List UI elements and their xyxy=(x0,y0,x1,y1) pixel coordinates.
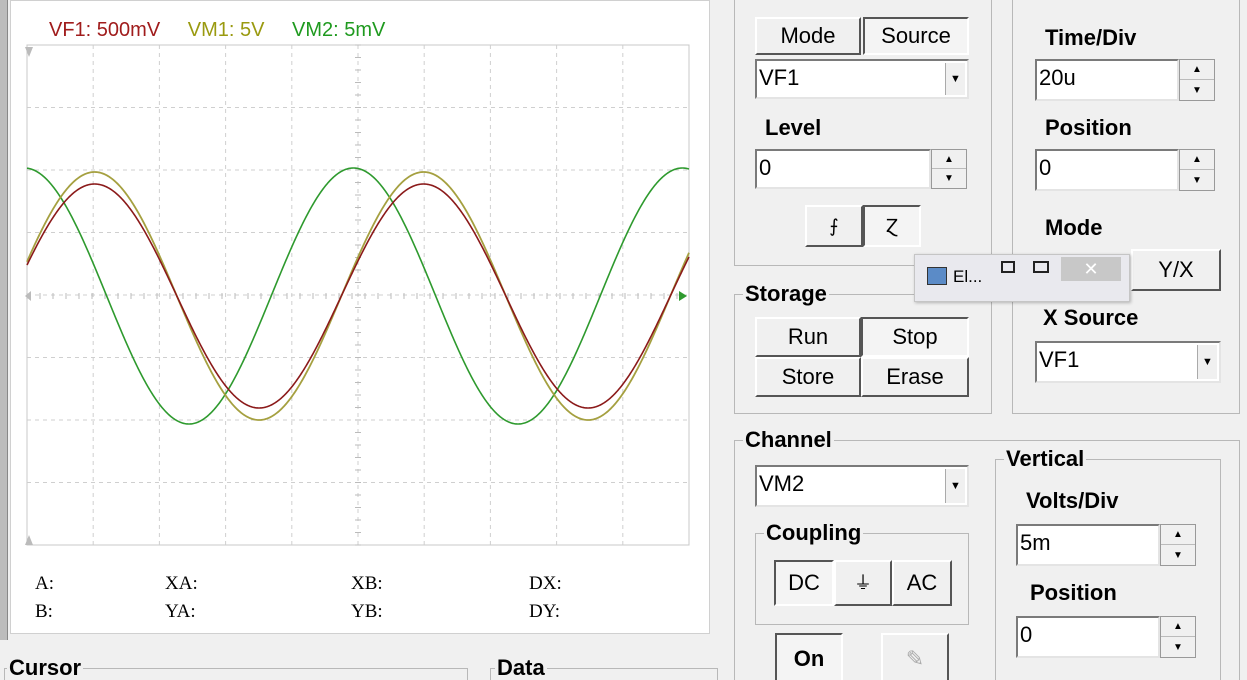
vm1-scale-label: VM1: 5V xyxy=(187,19,265,41)
coupling-group: Coupling DC ⏚ AC xyxy=(755,520,969,625)
trigger-mode-button[interactable]: Mode xyxy=(755,17,861,55)
volts-div-spinner[interactable]: ▲ ▼ xyxy=(1160,524,1196,566)
chevron-down-icon[interactable]: ▼ xyxy=(945,469,965,503)
restore-icon[interactable] xyxy=(1001,261,1015,273)
stop-button[interactable]: Stop xyxy=(861,317,969,357)
scope-screen[interactable]: VF1: 500mV VM1: 5V VM2: 5mV A: B: XA: YA… xyxy=(10,0,710,634)
vf1-scale-label: VF1: 500mV xyxy=(49,19,161,41)
x-source-label: X Source xyxy=(1043,305,1139,330)
x-source-dropdown[interactable]: VF1 ▼ xyxy=(1035,341,1221,383)
cursor-readouts: A: B: XA: YA: XB: YB: DX: DY: xyxy=(35,573,695,633)
vm2-scale-label: VM2: 5mV xyxy=(292,19,386,41)
trigger-level-spinner[interactable]: ▲ ▼ xyxy=(931,149,967,189)
data-title: Data xyxy=(495,655,547,680)
storage-group: Storage Run Stop Store Erase xyxy=(734,281,992,414)
horizontal-mode-label: Mode xyxy=(1045,215,1103,240)
horizontal-position-input[interactable]: 0 xyxy=(1035,149,1179,191)
vertical-group: Vertical Volts/Div 5m ▲ ▼ Position 0 ▲ ▼ xyxy=(995,446,1221,680)
time-div-spinner[interactable]: ▲ ▼ xyxy=(1179,59,1215,101)
coupling-title: Coupling xyxy=(764,520,864,546)
erase-button[interactable]: Erase xyxy=(861,357,969,397)
spin-up-icon[interactable]: ▲ xyxy=(1161,525,1195,545)
channel-title: Channel xyxy=(743,427,834,453)
cursor-title: Cursor xyxy=(7,655,84,680)
chevron-down-icon[interactable]: ▼ xyxy=(945,63,965,95)
volts-div-input[interactable]: 5m xyxy=(1016,524,1160,566)
cursor-group: Cursor xyxy=(4,655,468,680)
horizontal-position-label: Position xyxy=(1045,115,1132,140)
minimized-window-title: El... xyxy=(953,267,983,286)
trigger-source-button[interactable]: Source xyxy=(863,17,969,55)
trigger-level-label: Level xyxy=(765,115,822,140)
vertical-position-label: Position xyxy=(1030,580,1117,605)
ac-coupling-button[interactable]: AC xyxy=(892,560,952,606)
time-div-label: Time/Div xyxy=(1045,25,1137,50)
readout-dy: DY: xyxy=(529,601,560,622)
readout-b: B: xyxy=(35,601,53,622)
dc-coupling-button[interactable]: DC xyxy=(774,560,834,606)
spin-up-icon[interactable]: ▲ xyxy=(1161,617,1195,637)
spin-down-icon[interactable]: ▼ xyxy=(1180,170,1214,190)
run-button[interactable]: Run xyxy=(755,317,861,357)
spin-down-icon[interactable]: ▼ xyxy=(1161,637,1195,657)
spin-down-icon[interactable]: ▼ xyxy=(1180,80,1214,100)
falling-edge-button[interactable]: Ɀ xyxy=(863,205,921,247)
readout-xb: XB: xyxy=(351,573,383,594)
spin-up-icon[interactable]: ▲ xyxy=(932,150,966,169)
trigger-marker-icon xyxy=(679,291,687,301)
spin-up-icon[interactable]: ▲ xyxy=(1180,150,1214,170)
readout-yb: YB: xyxy=(351,601,383,622)
chevron-down-icon[interactable]: ▼ xyxy=(1197,345,1217,379)
spin-up-icon[interactable]: ▲ xyxy=(1180,60,1214,80)
horizontal-group: Time/Div 20u ▲ ▼ Position 0 ▲ ▼ Mode Y/X X… xyxy=(1012,0,1240,414)
time-div-input[interactable]: 20u xyxy=(1035,59,1179,101)
top-marker-icon xyxy=(25,47,33,57)
left-level-marker-icon xyxy=(25,291,31,301)
yx-mode-button[interactable]: Y/X xyxy=(1131,249,1221,291)
channel-scale-labels: VF1: 500mV VM1: 5V VM2: 5mV xyxy=(49,19,407,42)
trigger-level-input[interactable]: 0 xyxy=(755,149,931,189)
oscilloscope-panel: VF1: 500mV VM1: 5V VM2: 5mV A: B: XA: YA… xyxy=(0,0,718,640)
close-icon[interactable]: ✕ xyxy=(1061,257,1121,281)
trigger-group: Mode Source VF1 ▼ Level 0 ▲ ▼ ⨍ Ɀ xyxy=(734,0,992,266)
spin-down-icon[interactable]: ▼ xyxy=(932,169,966,188)
data-group: Data xyxy=(490,655,718,680)
vertical-title: Vertical xyxy=(1004,446,1087,472)
horizontal-position-spinner[interactable]: ▲ ▼ xyxy=(1179,149,1215,191)
store-button[interactable]: Store xyxy=(755,357,861,397)
bottom-marker-icon xyxy=(25,535,33,545)
channel-group: Channel VM2 ▼ Coupling DC ⏚ AC On ✎ Vert… xyxy=(734,427,1240,680)
readout-xa: XA: xyxy=(165,573,198,594)
minimized-window[interactable]: El... ✕ xyxy=(914,254,1130,302)
probe-icon[interactable]: ✎ xyxy=(881,633,949,680)
scope-grid xyxy=(26,44,690,546)
volts-div-label: Volts/Div xyxy=(1026,488,1119,513)
readout-a: A: xyxy=(35,573,54,594)
storage-title: Storage xyxy=(743,281,829,307)
readout-ya: YA: xyxy=(165,601,196,622)
scope-graph[interactable] xyxy=(11,1,711,635)
channel-on-button[interactable]: On xyxy=(775,633,843,680)
maximize-icon[interactable] xyxy=(1033,261,1049,273)
app-icon xyxy=(927,267,947,285)
x-source-value: VF1 xyxy=(1039,347,1080,372)
rising-edge-button[interactable]: ⨍ xyxy=(805,205,863,247)
vertical-position-input[interactable]: 0 xyxy=(1016,616,1160,658)
vertical-position-spinner[interactable]: ▲ ▼ xyxy=(1160,616,1196,658)
channel-dropdown[interactable]: VM2 ▼ xyxy=(755,465,969,507)
scope-left-bar xyxy=(0,0,8,640)
spin-down-icon[interactable]: ▼ xyxy=(1161,545,1195,565)
readout-dx: DX: xyxy=(529,573,562,594)
ground-coupling-button[interactable]: ⏚ xyxy=(834,560,892,606)
trigger-source-dropdown[interactable]: VF1 ▼ xyxy=(755,59,969,99)
channel-value: VM2 xyxy=(759,471,805,496)
trigger-source-value: VF1 xyxy=(759,65,800,90)
